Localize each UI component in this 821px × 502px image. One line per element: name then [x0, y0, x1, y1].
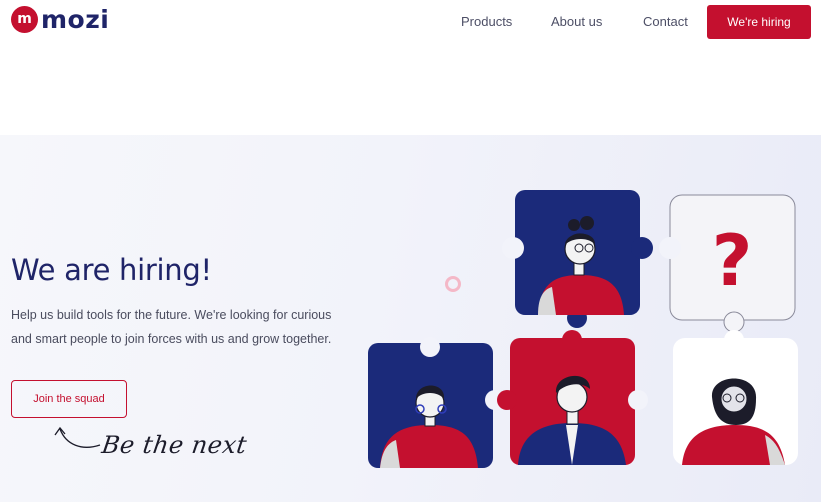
curved-arrow-icon [54, 426, 101, 448]
puzzle-piece-man-suit [497, 330, 648, 465]
question-mark: ? [712, 220, 753, 302]
hero-subtitle: Help us build tools for the future. We'r… [11, 308, 332, 346]
were-hiring-button[interactable]: We're hiring [707, 5, 811, 39]
logo-letter: m [17, 10, 32, 27]
hero-title: We are hiring! [11, 253, 212, 287]
logo-wordmark: mozi [41, 5, 110, 34]
puzzle-illustration: ? [368, 190, 798, 468]
hero-section: We are hiring! Help us build tools for t… [0, 135, 821, 502]
handwritten-be-the-next: Be the next [100, 431, 249, 459]
join-the-squad-button[interactable]: Join the squad [11, 380, 127, 418]
puzzle-piece-woman-glasses [502, 190, 653, 328]
nav-contact-link[interactable]: Contact [643, 14, 688, 29]
logo-mark-icon: m [11, 6, 38, 33]
nav-about-link[interactable]: About us [551, 14, 602, 29]
logo[interactable]: m mozi [11, 6, 109, 33]
puzzle-piece-question: ? [659, 194, 796, 333]
nav-products-link[interactable]: Products [461, 14, 512, 29]
puzzle-piece-man-earring [368, 337, 505, 468]
site-header: m mozi Products About us Contact We're h… [0, 0, 821, 135]
puzzle-piece-woman-curly [673, 330, 798, 465]
